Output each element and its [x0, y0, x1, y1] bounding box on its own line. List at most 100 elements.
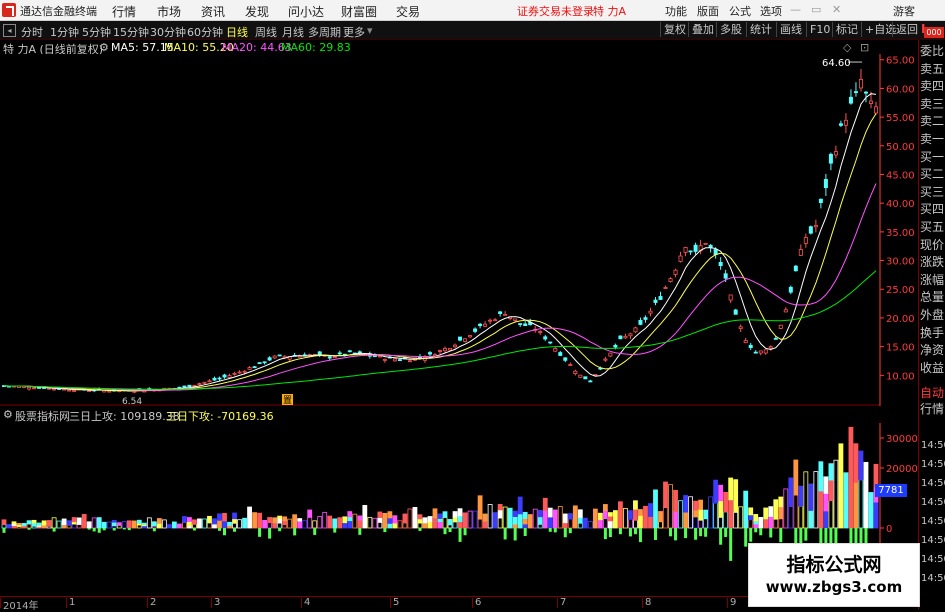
sub-bar-up: [382, 512, 388, 521]
sub-bar-up: [192, 523, 197, 529]
zoom-icon[interactable]: ⊡: [860, 41, 869, 54]
candle-body: [332, 356, 337, 359]
tool-add-watchlist[interactable]: +自选: [861, 22, 896, 37]
tool-back[interactable]: 返回: [892, 22, 918, 37]
tool-rights[interactable]: 复权: [660, 22, 686, 37]
sub-bar-up: [136, 524, 142, 529]
sub-tick-label: 20000: [886, 464, 918, 475]
sub-bar-up: [798, 485, 804, 507]
sub-bar-up: [342, 522, 348, 529]
sub-bar-up: [728, 513, 734, 529]
sub-bar-down: [608, 528, 612, 538]
sub-bar-up: [447, 518, 453, 526]
sub-bar-up: [171, 521, 177, 529]
candle-body: [803, 237, 808, 244]
sub-bar-up: [347, 520, 353, 529]
panel-quotes[interactable]: 行情: [920, 402, 945, 416]
candle-body: [648, 310, 653, 314]
sub-bar-up: [698, 509, 703, 521]
sub-bar-up: [813, 471, 819, 529]
sub-bar-up: [272, 522, 278, 529]
menu-function[interactable]: 功能: [665, 3, 687, 19]
tool-f10[interactable]: F10: [806, 22, 830, 37]
candle-body: [563, 357, 568, 361]
period-30min[interactable]: 30分钟: [150, 24, 186, 40]
tick-time: 14:50: [921, 516, 945, 527]
candle-body: [523, 323, 528, 326]
menu-ask[interactable]: 问小达: [288, 3, 324, 20]
candle-body: [518, 323, 523, 325]
settings-icon[interactable]: ⚙: [3, 408, 13, 421]
sub-bar-up: [858, 479, 864, 529]
sub-bar-up: [537, 510, 543, 518]
sub-bar-up: [577, 509, 583, 518]
candle-body: [197, 383, 202, 385]
tool-mark[interactable]: 标记: [832, 22, 858, 37]
menu-formula[interactable]: 公式: [729, 3, 751, 19]
candle-body: [448, 347, 453, 351]
sub-bar-up: [377, 521, 383, 529]
period-timeshare[interactable]: 分时: [21, 24, 43, 40]
sub-bar-up: [367, 517, 373, 529]
period-5min[interactable]: 5分钟: [82, 24, 111, 40]
back-icon[interactable]: ◂: [3, 24, 16, 37]
sub-bar-up: [267, 522, 273, 529]
panel-auto[interactable]: 自动: [920, 386, 945, 400]
period-1min[interactable]: 1分钟: [50, 24, 79, 40]
user-label[interactable]: 游客: [893, 3, 915, 19]
tool-multistock[interactable]: 多股: [716, 22, 742, 37]
sub-bar-down: [749, 528, 753, 542]
menu-layout[interactable]: 版面: [697, 3, 719, 19]
diamond-icon[interactable]: ◇: [843, 41, 851, 54]
sub-bar-up: [572, 505, 578, 529]
tool-overlay[interactable]: 叠加: [688, 22, 714, 37]
tool-stats[interactable]: 统计: [746, 22, 772, 37]
candlestick-chart[interactable]: 65.00 60.00 55.00 50.00 45.00 40.00 35.00 30.00…: [0, 54, 918, 406]
minimize-icon[interactable]: —: [790, 3, 801, 16]
gear-icon[interactable]: ⚙: [99, 41, 109, 54]
sub-bar-up: [688, 496, 693, 529]
candle-body: [608, 352, 613, 357]
menu-trade[interactable]: 交易: [396, 3, 420, 20]
panel-field: 卖二: [920, 114, 945, 129]
menu-discover[interactable]: 发现: [245, 3, 269, 20]
sub-bar-down: [719, 528, 723, 545]
sub-bar-up: [141, 522, 147, 525]
trade-status[interactable]: 证券交易未登录: [517, 3, 594, 19]
menu-wealth[interactable]: 财富圈: [341, 3, 377, 20]
sub-bar-up: [447, 524, 453, 529]
sub-bar-up: [312, 520, 318, 529]
sub-bar-up: [392, 515, 398, 524]
tick-time: 14:50: [921, 535, 945, 546]
period-15min[interactable]: 15分钟: [113, 24, 149, 40]
candle-body: [778, 324, 783, 329]
panel-field: 买一: [920, 149, 945, 164]
period-60min[interactable]: 60分钟: [187, 24, 223, 40]
menu-exchange[interactable]: 市场: [157, 3, 181, 20]
panel-field: 买三: [920, 184, 945, 199]
sub-bar-down: [769, 528, 773, 538]
period-more[interactable]: 更多: [343, 24, 365, 40]
more-dropdown-icon[interactable]: ▾: [367, 24, 373, 37]
restore-icon[interactable]: ▭: [811, 3, 821, 16]
sub-bar-up: [161, 519, 167, 529]
candle-body: [242, 370, 247, 373]
menu-news[interactable]: 资讯: [201, 3, 225, 20]
sub-bar-up: [602, 510, 608, 519]
sub-bar-up: [322, 511, 328, 529]
sub-bar-up: [653, 489, 658, 529]
sub-bar-down: [568, 528, 572, 534]
sub-bar-up: [437, 521, 443, 529]
period-multi[interactable]: 多周期: [308, 24, 341, 40]
period-daily[interactable]: 日线: [226, 24, 248, 40]
close-icon[interactable]: ✕: [832, 3, 841, 16]
menu-options[interactable]: 选项: [760, 3, 782, 19]
sub-bar-up: [282, 524, 288, 529]
menu-market[interactable]: 行情: [112, 3, 136, 20]
tool-drawline[interactable]: 画线: [776, 22, 802, 37]
period-weekly[interactable]: 周线: [255, 24, 277, 40]
tick-time: 14:50: [921, 554, 945, 565]
sub-bar-up: [763, 507, 769, 520]
period-monthly[interactable]: 月线: [282, 24, 304, 40]
candle-body: [813, 225, 818, 228]
